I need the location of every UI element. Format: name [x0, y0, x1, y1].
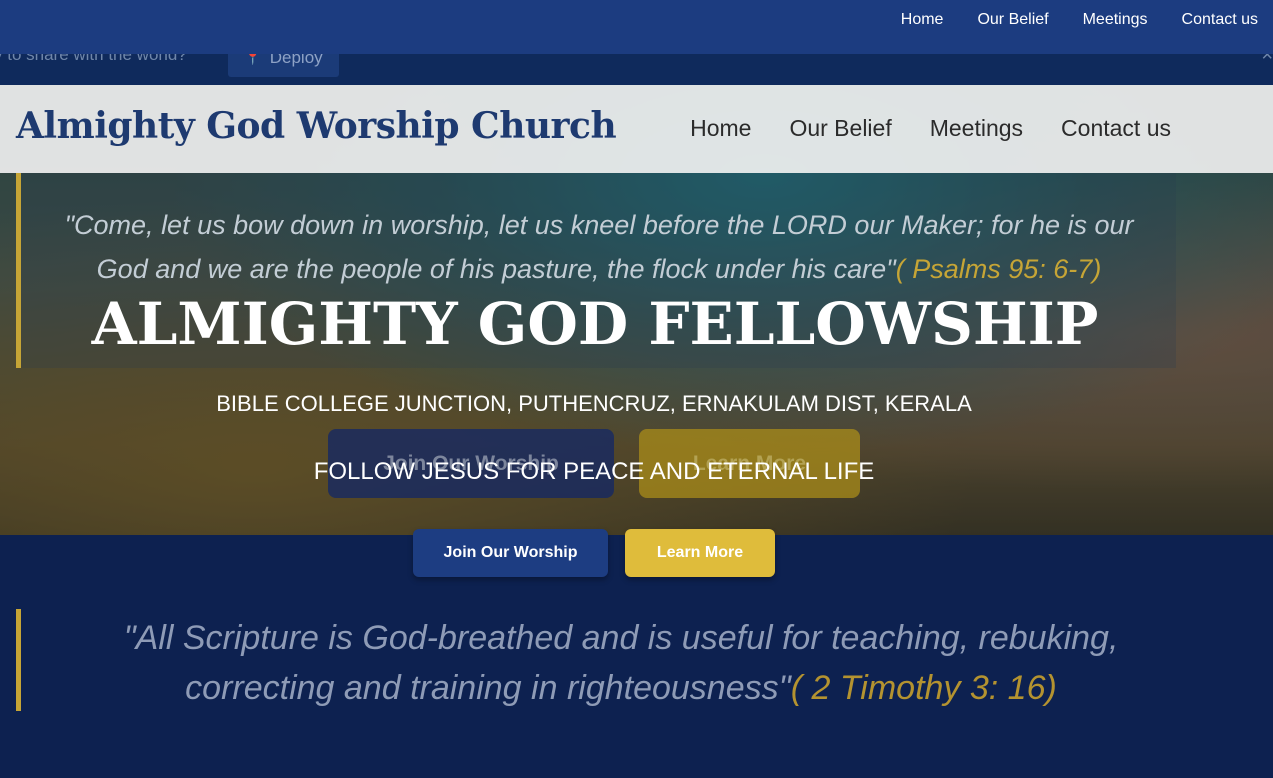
timothy-quote-ref: ( 2 Timothy 3: 16) [790, 669, 1057, 707]
hero-address: BIBLE COLLEGE JUNCTION, PUTHENCRUZ, ERNA… [216, 391, 972, 416]
site-nav-meetings[interactable]: Meetings [930, 115, 1023, 142]
page: Almighty God Worship Church Home Our Bel… [0, 0, 1273, 778]
hero-title: ALMIGHTY GOD FELLOWSHIP [91, 290, 1099, 358]
brand-title[interactable]: Almighty God Worship Church [16, 105, 617, 147]
top-nav-home[interactable]: Home [901, 11, 944, 29]
site-nav-our-belief[interactable]: Our Belief [789, 115, 891, 142]
site-nav-contact-us[interactable]: Contact us [1061, 115, 1171, 142]
site-nav-menu: Home Our Belief Meetings Contact us [690, 115, 1171, 142]
hero-tagline: FOLLOW JESUS FOR PEACE AND ETERNAL LIFE [313, 458, 875, 485]
learn-more-button[interactable]: Learn More [625, 529, 775, 577]
timothy-quote: "All Scripture is God-breathed and is us… [51, 613, 1191, 713]
scripture-section: Join Our Worship Learn More "All Scriptu… [0, 529, 1273, 778]
psalm-quote: "Come, let us bow down in worship, let u… [49, 203, 1149, 291]
top-nav-menu: Home Our Belief Meetings Contact us [901, 0, 1258, 40]
top-nav-our-belief[interactable]: Our Belief [977, 11, 1048, 29]
site-navbar: Almighty God Worship Church Home Our Bel… [0, 85, 1273, 173]
top-nav-meetings[interactable]: Meetings [1083, 11, 1148, 29]
psalm-quote-ref: ( Psalms 95: 6-7) [895, 254, 1102, 284]
top-navbar: Home Our Belief Meetings Contact us [0, 0, 1273, 54]
join-worship-button[interactable]: Join Our Worship [413, 529, 608, 577]
site-nav-home[interactable]: Home [690, 115, 751, 142]
top-nav-contact-us[interactable]: Contact us [1182, 11, 1258, 29]
timothy-quote-block: "All Scripture is God-breathed and is us… [16, 609, 1201, 711]
hero-section: Almighty God Worship Church Home Our Bel… [0, 85, 1273, 535]
